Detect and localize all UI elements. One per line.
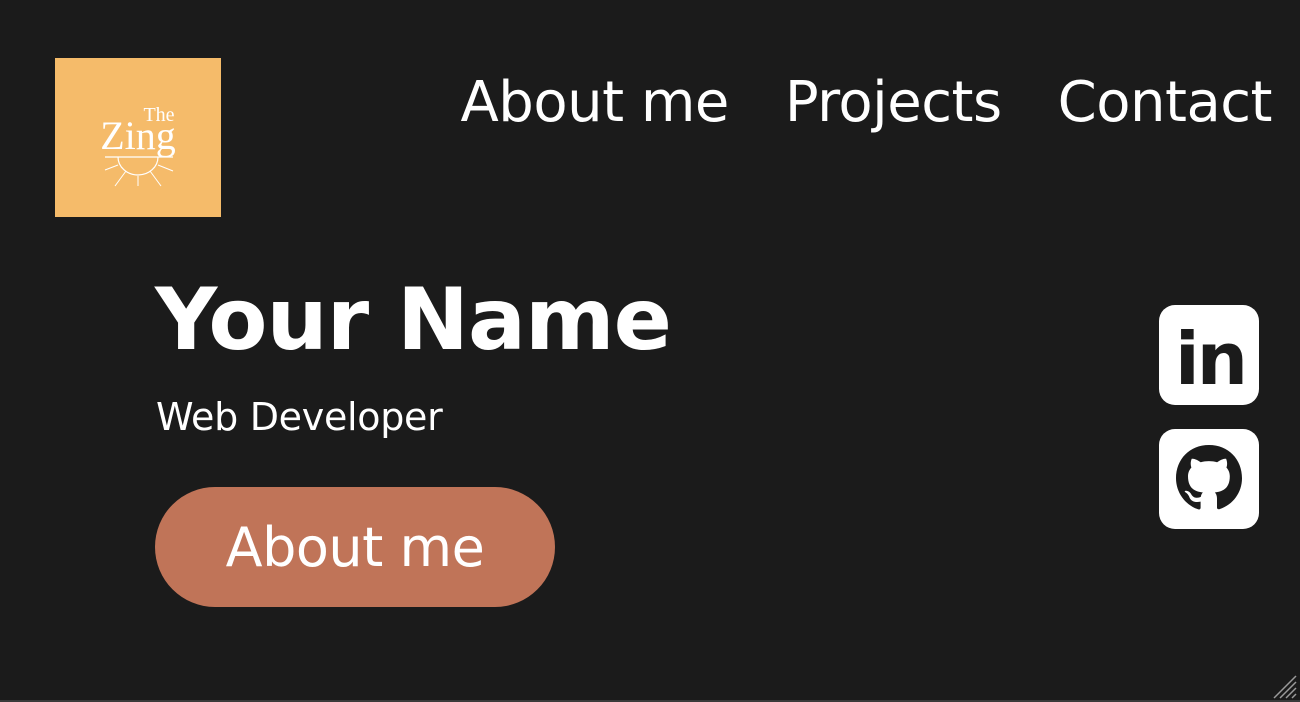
nav-link-about-me[interactable]: About me <box>460 70 729 136</box>
linkedin-glyph: in <box>1175 317 1245 401</box>
hero-name: Your Name <box>155 270 672 370</box>
github-link[interactable] <box>1159 429 1259 529</box>
linkedin-link[interactable]: in <box>1159 305 1259 405</box>
github-icon <box>1176 445 1242 510</box>
resize-grip-icon[interactable] <box>1272 674 1298 700</box>
about-me-button[interactable]: About me <box>155 487 555 607</box>
linkedin-icon: in <box>1175 317 1248 401</box>
nav-link-contact[interactable]: Contact <box>1058 70 1273 136</box>
hero-section: Your Name Web Developer About me <box>155 270 672 607</box>
logo-text-zing: Zing <box>100 113 176 158</box>
hero-subtitle: Web Developer <box>156 395 443 439</box>
main-nav: About me Projects Contact <box>460 70 1272 136</box>
nav-link-projects[interactable]: Projects <box>785 70 1002 136</box>
zing-logo-icon: The Zing <box>100 104 176 187</box>
site-logo[interactable]: The Zing <box>55 58 221 217</box>
